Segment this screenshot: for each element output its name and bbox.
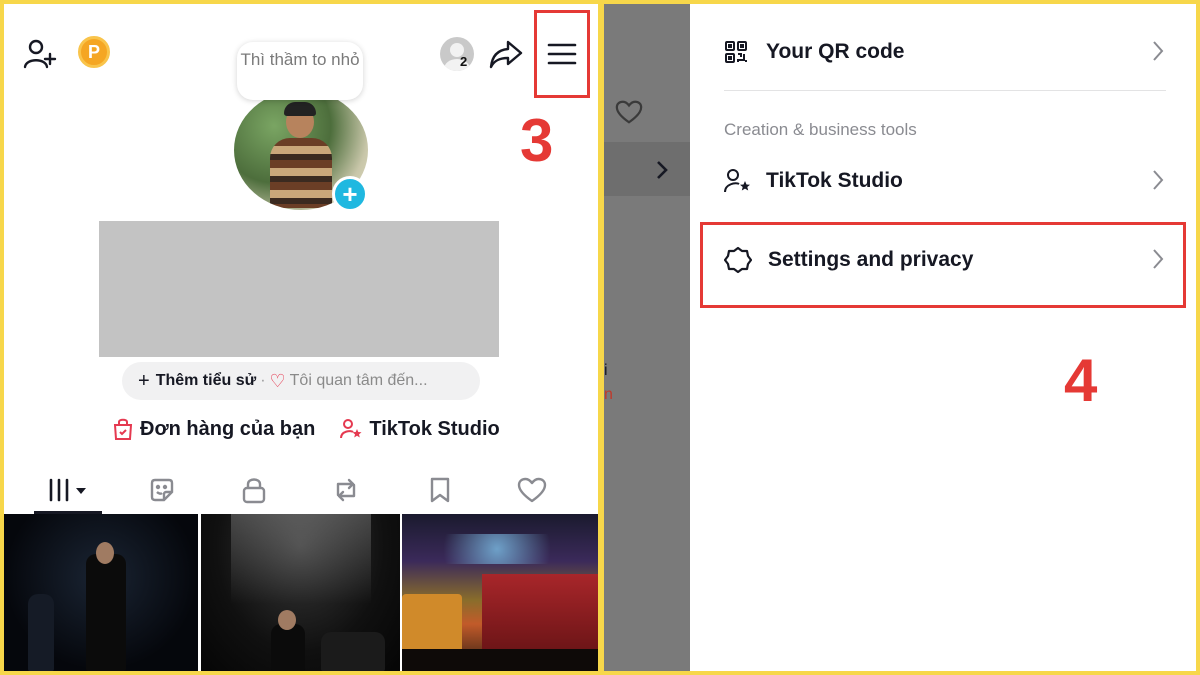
heart-icon [517, 477, 547, 503]
orders-link[interactable]: Đơn hàng của bạn [112, 417, 315, 441]
tab-private[interactable] [234, 472, 274, 508]
qr-code-icon [725, 41, 747, 63]
plus-icon: + [138, 369, 150, 392]
requests-count: 2 [460, 54, 468, 69]
add-friend-icon[interactable] [22, 36, 58, 72]
coin-badge[interactable]: P [78, 36, 110, 68]
creator-star-icon [724, 169, 750, 193]
chevron-right-icon [657, 161, 668, 179]
follower-requests-button[interactable]: 2 [432, 34, 482, 74]
redacted-profile-info [99, 221, 499, 357]
heart-outline-icon: ♡ [269, 370, 286, 391]
tab-saved[interactable] [420, 472, 460, 508]
creator-star-icon [340, 419, 362, 439]
video-thumbnail[interactable] [4, 514, 198, 671]
tab-liked[interactable] [512, 472, 552, 508]
heart-icon [615, 100, 643, 124]
add-bio-label: Thêm tiểu sử [155, 372, 257, 389]
menu-drawer: Your QR code Creation & business tools T… [690, 4, 1196, 671]
videos-grid-icon [49, 478, 86, 502]
menu-divider [724, 90, 1166, 91]
profile-screen: P 2 3 Thì thầm to nhỏ + + Thêm tiểu sử ·… [4, 4, 598, 671]
step-3-highlight [534, 10, 590, 98]
orders-label: Đơn hàng của bạn [140, 417, 316, 440]
step-4-label: 4 [1064, 347, 1098, 414]
video-thumbnail[interactable] [201, 514, 400, 671]
chevron-right-icon [1153, 170, 1164, 190]
tab-stickers[interactable] [142, 472, 182, 508]
tiktok-studio-label: TikTok Studio [369, 417, 500, 440]
bookmark-icon [430, 477, 450, 503]
content-tabs [4, 466, 598, 516]
tab-videos[interactable] [46, 472, 96, 508]
video-thumbnail[interactable] [402, 514, 598, 671]
step-3-label: 3 [520, 107, 554, 174]
coin-letter: P [87, 41, 100, 62]
share-icon[interactable] [488, 36, 524, 72]
profile-links: Đơn hàng của bạn TikTok Studio [112, 417, 500, 441]
chevron-right-icon [1153, 41, 1164, 61]
requester-avatar [440, 37, 474, 71]
bio-pill[interactable]: + Thêm tiểu sử · ♡ Tôi quan tâm đến... [122, 362, 480, 400]
add-story-plus-icon[interactable]: + [332, 176, 368, 212]
menu-item-qr-code[interactable]: Your QR code [724, 28, 1164, 76]
tab-reposts[interactable] [326, 472, 366, 508]
step-4-highlight [700, 222, 1186, 308]
tiktok-studio-link[interactable]: TikTok Studio [339, 417, 500, 441]
lock-icon [242, 478, 266, 504]
interests-placeholder: Tôi quan tâm đến... [289, 372, 428, 389]
qr-code-label: Your QR code [766, 40, 905, 63]
section-title: Creation & business tools [724, 120, 917, 139]
clipped-text: i [604, 362, 608, 379]
repost-icon [336, 478, 356, 502]
menu-drawer-screen: Your QR code Creation & business tools T… [604, 4, 1196, 671]
tiktok-studio-label: TikTok Studio [766, 169, 903, 192]
menu-item-tiktok-studio[interactable]: TikTok Studio [724, 157, 1164, 205]
clipped-text: n [604, 386, 613, 403]
separator-dot: · [260, 372, 266, 389]
dimmed-profile-overlay[interactable] [604, 4, 690, 671]
shopping-bag-icon [113, 418, 133, 440]
status-bubble[interactable]: Thì thầm to nhỏ [237, 42, 363, 100]
sticker-icon [150, 478, 174, 502]
video-grid [4, 514, 598, 671]
